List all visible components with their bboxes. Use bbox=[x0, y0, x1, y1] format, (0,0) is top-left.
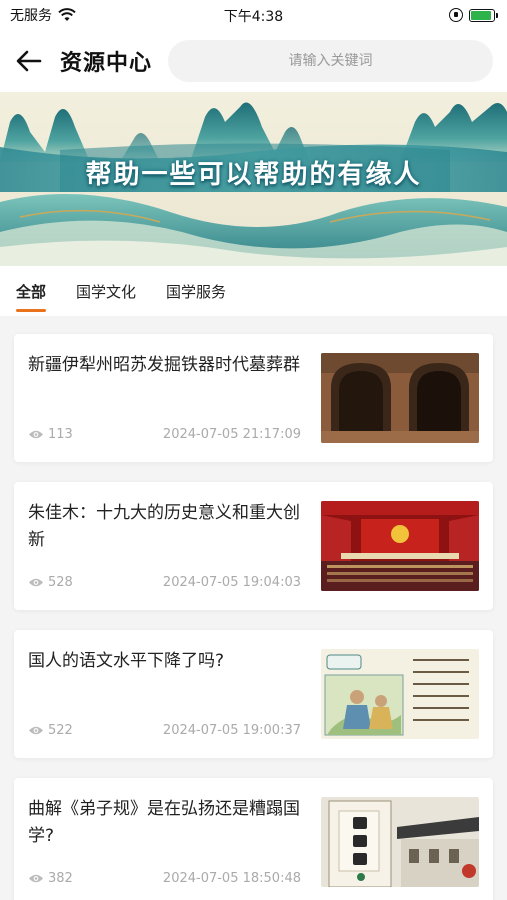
article-title: 国人的语文水平下降了吗? bbox=[28, 651, 225, 671]
publish-date: 2024-07-05 19:00:37 bbox=[162, 723, 301, 738]
battery-icon bbox=[469, 8, 498, 22]
article-card[interactable]: 曲解《弟子规》是在弘扬还是糟蹋国学? 382 2024-07-05 18:50:… bbox=[14, 778, 493, 900]
dizigui-book-cover bbox=[321, 797, 479, 887]
article-text: 朱佳木：十九大的历史意义和重大创新 528 2024-07-05 19:04:0… bbox=[28, 500, 321, 592]
status-left: 无服务 bbox=[10, 5, 76, 25]
article-text: 国人的语文水平下降了吗? 522 2024-07-05 19:00:37 bbox=[28, 648, 321, 740]
eye-icon bbox=[29, 430, 43, 439]
arrow-left-icon bbox=[16, 50, 42, 72]
article-title: 朱佳木：十九大的历史意义和重大创新 bbox=[28, 503, 300, 550]
view-count: 522 bbox=[28, 723, 73, 738]
back-button[interactable] bbox=[14, 46, 44, 76]
view-count-value: 382 bbox=[48, 871, 73, 886]
article-thumbnail bbox=[321, 353, 479, 443]
view-count: 382 bbox=[28, 871, 73, 886]
publish-date: 2024-07-05 21:17:09 bbox=[162, 427, 301, 442]
search-input[interactable] bbox=[168, 53, 493, 69]
status-right bbox=[449, 8, 498, 22]
view-count: 113 bbox=[28, 427, 73, 442]
view-count-value: 522 bbox=[48, 723, 73, 738]
article-thumbnail bbox=[321, 501, 479, 591]
search-box[interactable] bbox=[168, 40, 493, 82]
eye-icon bbox=[29, 578, 43, 587]
battery-level bbox=[471, 10, 491, 20]
tab-all[interactable]: 全部 bbox=[16, 281, 47, 312]
article-thumbnail bbox=[321, 649, 479, 739]
banner-slogan: 帮助一些可以帮助的有缘人 bbox=[85, 160, 422, 190]
article-title: 新疆伊犁州昭苏发掘铁器时代墓葬群 bbox=[28, 355, 300, 375]
article-meta: 382 2024-07-05 18:50:48 bbox=[28, 871, 301, 888]
carrier-label: 无服务 bbox=[10, 8, 52, 24]
nav-bar: 资源中心 bbox=[0, 30, 507, 92]
category-tabs: 全部 国学文化 国学服务 bbox=[0, 266, 507, 316]
top-area: 无服务 下午4:38 资源中心 bbox=[0, 0, 507, 92]
view-count: 528 bbox=[28, 575, 73, 590]
page-title: 资源中心 bbox=[60, 51, 153, 76]
article-list: 新疆伊犁州昭苏发掘铁器时代墓葬群 113 2024-07-05 21:17:09 bbox=[0, 316, 507, 900]
orientation-lock-icon bbox=[449, 8, 463, 22]
banner[interactable]: 帮助一些可以帮助的有缘人 bbox=[0, 92, 507, 266]
article-card[interactable]: 新疆伊犁州昭苏发掘铁器时代墓葬群 113 2024-07-05 21:17:09 bbox=[14, 334, 493, 462]
article-meta: 113 2024-07-05 21:17:09 bbox=[28, 427, 301, 444]
article-meta: 528 2024-07-05 19:04:03 bbox=[28, 575, 301, 592]
article-thumbnail bbox=[321, 797, 479, 887]
publish-date: 2024-07-05 19:04:03 bbox=[162, 575, 301, 590]
article-text: 新疆伊犁州昭苏发掘铁器时代墓葬群 113 2024-07-05 21:17:09 bbox=[28, 352, 321, 444]
article-card[interactable]: 朱佳木：十九大的历史意义和重大创新 528 2024-07-05 19:04:0… bbox=[14, 482, 493, 610]
congress-hall-photo bbox=[321, 501, 479, 591]
status-bar: 无服务 下午4:38 bbox=[0, 0, 507, 30]
view-count-value: 113 bbox=[48, 427, 73, 442]
ancient-poem-illustration bbox=[321, 649, 479, 739]
wifi-icon bbox=[58, 8, 76, 21]
publish-date: 2024-07-05 18:50:48 bbox=[162, 871, 301, 886]
eye-icon bbox=[29, 874, 43, 883]
tab-guoxue-culture[interactable]: 国学文化 bbox=[76, 281, 136, 302]
article-card[interactable]: 国人的语文水平下降了吗? 522 2024-07-05 19:00:37 bbox=[14, 630, 493, 758]
article-text: 曲解《弟子规》是在弘扬还是糟蹋国学? 382 2024-07-05 18:50:… bbox=[28, 796, 321, 888]
view-count-value: 528 bbox=[48, 575, 73, 590]
clock: 下午4:38 bbox=[223, 9, 284, 25]
article-title: 曲解《弟子规》是在弘扬还是糟蹋国学? bbox=[28, 799, 300, 846]
eye-icon bbox=[29, 726, 43, 735]
tab-guoxue-service[interactable]: 国学服务 bbox=[166, 281, 226, 302]
tomb-photo bbox=[321, 353, 479, 443]
article-meta: 522 2024-07-05 19:00:37 bbox=[28, 723, 301, 740]
